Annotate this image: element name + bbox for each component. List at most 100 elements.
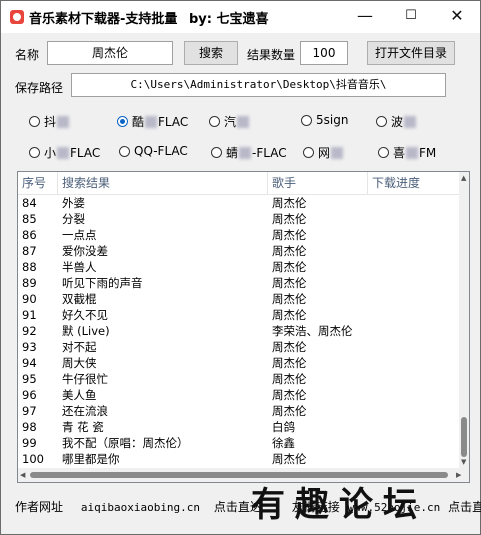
table-row[interactable]: 99 我不配（原唱：周杰伦） 徐鑫 [18, 435, 459, 451]
artist-cell: 周杰伦 [272, 452, 307, 466]
table-row[interactable]: 93 对不起 周杰伦 [18, 339, 459, 355]
artist-cell: 周杰伦 [272, 212, 307, 226]
row-number-cell: 88 [22, 260, 37, 274]
row-number-cell: 92 [22, 324, 37, 338]
search-button[interactable]: 搜索 [184, 41, 238, 65]
table-row[interactable]: 91 好久不见 周杰伦 [18, 307, 459, 323]
redacted-text [239, 146, 252, 159]
count-label: 结果数量 [247, 48, 296, 62]
minimize-button[interactable]: — [342, 1, 388, 33]
table-row[interactable]: 92 默 (Live) 李荣浩、周杰伦 [18, 323, 459, 339]
table-row[interactable]: 96 美人鱼 周杰伦 [18, 387, 459, 403]
source-radio-4[interactable]: 5sign [301, 113, 348, 127]
table-row[interactable]: 100 哪里都是你 周杰伦 [18, 451, 459, 467]
column-header-artist[interactable]: 歌手 [268, 172, 368, 194]
table-row[interactable]: 85 分裂 周杰伦 [18, 211, 459, 227]
title-cell: 默 (Live) [62, 324, 110, 338]
title-bar[interactable]: 音乐素材下载器-支持批量 by: 七宝遗喜 — ☐ ✕ [1, 1, 480, 33]
results-table[interactable]: 序号 搜索结果 歌手 下载进度 84 外婆 周杰伦 85 分裂 周杰伦 86 一点点 周杰伦 87… [17, 171, 470, 483]
title-cell: 爱你没差 [62, 244, 108, 258]
row-number-cell: 96 [22, 388, 37, 402]
table-row[interactable]: 86 一点点 周杰伦 [18, 227, 459, 243]
artist-cell: 周杰伦 [272, 276, 307, 290]
row-number-cell: 87 [22, 244, 37, 258]
title-cell: 哪里都是你 [62, 452, 120, 466]
artist-cell: 周杰伦 [272, 372, 307, 386]
table-row[interactable]: 95 牛仔很忙 周杰伦 [18, 371, 459, 387]
search-input[interactable]: 周杰伦 [47, 41, 173, 65]
table-row[interactable]: 89 听见下雨的声音 周杰伦 [18, 275, 459, 291]
redacted-text [404, 115, 417, 128]
title-cell: 我不配（原唱：周杰伦） [62, 436, 189, 450]
redacted-text [331, 146, 344, 159]
source-radio-2[interactable]: 酷 FLAC [117, 113, 188, 130]
title-cell: 半兽人 [62, 260, 97, 274]
radio-circle-icon [301, 114, 312, 126]
source-radio-9[interactable]: 网 [303, 144, 344, 161]
artist-cell: 白鸽 [272, 420, 295, 434]
radio-circle-icon [211, 147, 222, 158]
redacted-text [145, 115, 158, 128]
column-header-no[interactable]: 序号 [18, 172, 58, 194]
save-path-label: 保存路径 [15, 81, 64, 95]
row-number-cell: 94 [22, 356, 37, 370]
source-radio-1[interactable]: 抖 [29, 113, 70, 130]
table-header: 序号 搜索结果 歌手 下载进度 [18, 172, 469, 195]
artist-cell: 周杰伦 [272, 404, 307, 418]
friend-goto-link[interactable]: 点击直达 [448, 500, 481, 514]
save-path-input[interactable]: C:\Users\Administrator\Desktop\抖音音乐\ [71, 73, 446, 97]
artist-cell: 周杰伦 [272, 244, 307, 258]
radio-circle-icon [376, 116, 387, 127]
close-button[interactable]: ✕ [434, 1, 480, 33]
artist-cell: 周杰伦 [272, 340, 307, 354]
row-number-cell: 89 [22, 276, 37, 290]
table-row[interactable]: 97 还在流浪 周杰伦 [18, 403, 459, 419]
source-radio-8[interactable]: 蜻 -FLAC [211, 144, 287, 161]
column-header-progress[interactable]: 下载进度 [368, 172, 459, 194]
row-number-cell: 85 [22, 212, 37, 226]
table-row[interactable]: 84 外婆 周杰伦 [18, 195, 459, 211]
table-row[interactable]: 90 双截棍 周杰伦 [18, 291, 459, 307]
title-cell: 牛仔很忙 [62, 372, 108, 386]
row-number-cell: 98 [22, 420, 37, 434]
table-row[interactable]: 88 半兽人 周杰伦 [18, 259, 459, 275]
table-row[interactable]: 98 青 花 瓷 白鸽 [18, 419, 459, 435]
count-input[interactable]: 100 [300, 41, 348, 65]
artist-cell: 周杰伦 [272, 292, 307, 306]
row-number-cell: 86 [22, 228, 37, 242]
artist-cell: 周杰伦 [272, 308, 307, 322]
scroll-down-arrow-icon[interactable]: ▼ [461, 458, 466, 466]
title-cell: 周大侠 [62, 356, 97, 370]
open-directory-button[interactable]: 打开文件目录 [367, 41, 455, 65]
source-radio-5[interactable]: 波 [376, 113, 417, 130]
table-body: 84 外婆 周杰伦 85 分裂 周杰伦 86 一点点 周杰伦 87 爱你没差 周杰伦 88 半兽人 周杰伦 8… [18, 195, 459, 467]
title-cell: 外婆 [62, 196, 85, 210]
scroll-left-arrow-icon[interactable]: ◀ [20, 471, 25, 479]
vertical-scrollbar[interactable]: ▲ ▼ [459, 172, 469, 468]
artist-cell: 徐鑫 [272, 436, 295, 450]
author-site-link[interactable]: aiqibaoxiaobing.cn [81, 501, 200, 514]
title-cell: 青 花 瓷 [62, 420, 104, 434]
table-row[interactable]: 87 爱你没差 周杰伦 [18, 243, 459, 259]
row-number-cell: 95 [22, 372, 37, 386]
redacted-text [57, 146, 70, 159]
source-radio-6[interactable]: 小 FLAC [29, 144, 100, 161]
scroll-up-arrow-icon[interactable]: ▲ [461, 174, 466, 182]
name-label: 名称 [15, 48, 40, 62]
maximize-button[interactable]: ☐ [388, 1, 434, 33]
source-radio-10[interactable]: 喜 FM [378, 144, 436, 161]
table-row[interactable]: 94 周大侠 周杰伦 [18, 355, 459, 371]
source-radio-7[interactable]: QQ-FLAC [119, 144, 188, 158]
redacted-text [237, 115, 250, 128]
source-radio-3[interactable]: 汽 [209, 113, 250, 130]
scrollbar-thumb[interactable] [461, 417, 467, 457]
radio-circle-icon [29, 147, 40, 158]
redacted-text [406, 146, 419, 159]
radio-circle-icon [29, 116, 40, 127]
title-cell: 一点点 [62, 228, 97, 242]
row-number-cell: 91 [22, 308, 37, 322]
radio-circle-icon [209, 116, 220, 127]
title-cell: 美人鱼 [62, 388, 97, 402]
column-header-title[interactable]: 搜索结果 [58, 172, 268, 194]
scroll-right-arrow-icon[interactable]: ▶ [456, 471, 461, 479]
